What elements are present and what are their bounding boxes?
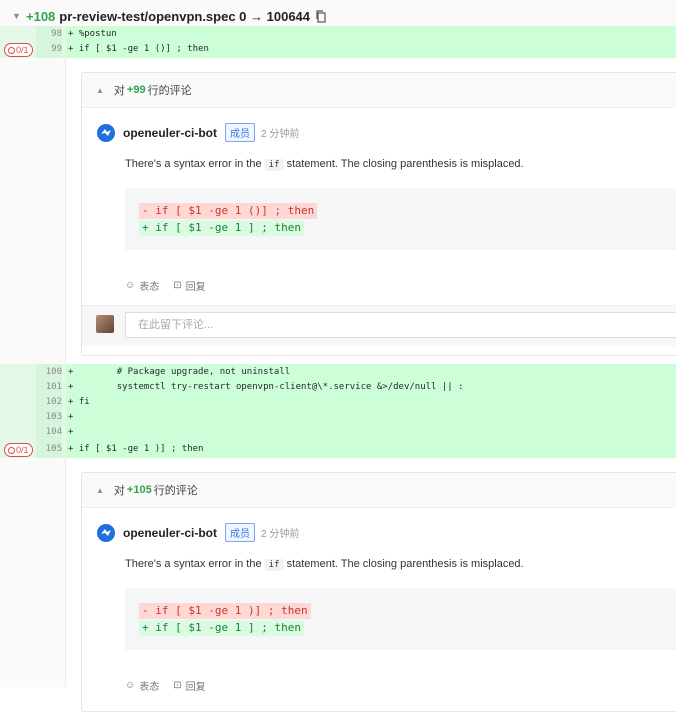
suggestion-block: - if [ $1 -ge 1 ()] ; then + if [ $1 -ge… [125,188,676,250]
author-row: openeuler-ci-bot 成员 2 分钟前 [97,123,299,142]
bot-avatar-icon[interactable] [97,123,115,142]
comment-text: There's a syntax error in the if stateme… [125,558,524,571]
thread-header[interactable]: ▲ 对 +99 行的评论 [82,73,676,108]
author-name[interactable]: openeuler-ci-bot [123,126,217,140]
member-badge: 成员 [225,123,256,142]
comment-count-badge[interactable]: 0/1 [4,43,33,57]
suggestion-insertion: + if [ $1 -ge 1 ] ; then [139,220,304,236]
line-number: 105 [36,441,62,458]
reply-icon: ⊡ [173,680,182,691]
comment-input[interactable]: 在此留下评论... [125,312,676,338]
comment-count-badge[interactable]: 0/1 [4,443,33,457]
file-path: pr-review-test/openvpn.spec 0 → 100644 [59,8,311,24]
suggestion-deletion: - if [ $1 -ge 1 ()] ; then [139,203,318,219]
timestamp: 2 分钟前 [261,129,300,140]
collapse-icon[interactable]: ▲ [96,86,104,95]
author-row: openeuler-ci-bot 成员 2 分钟前 [97,523,299,542]
thread-header[interactable]: ▲ 对 +105 行的评论 [82,473,676,508]
diff-line[interactable]: 104 + [0,424,676,441]
diff-line[interactable]: 0/1 99 + if [ $1 -ge 1 ()] ; then [0,41,676,58]
reply-button[interactable]: ⊡ 回复 [173,678,205,693]
line-code: + [68,427,74,437]
react-button[interactable]: ☺ 表态 [125,278,159,293]
line-reference[interactable]: +99 [127,84,146,96]
line-code: + if [ $1 -ge 1 ()] ; then [68,44,209,54]
comment-area: ▲ 对 +105 行的评论 openeuler-ci-bot 成员 2 分钟前 … [66,458,676,712]
comment-area: ▲ 对 +99 行的评论 openeuler-ci-bot 成员 2 分钟前 T… [66,58,676,356]
line-number: 104 [36,424,62,441]
suggestion-block: - if [ $1 -ge 1 )] ; then + if [ $1 -ge … [125,588,676,650]
unresolved-icon [8,46,15,54]
smile-icon: ☺ [125,680,136,691]
comment-thread: ▲ 对 +99 行的评论 openeuler-ci-bot 成员 2 分钟前 T… [81,72,676,356]
line-reference[interactable]: +105 [127,484,152,496]
bot-avatar-icon[interactable] [97,523,115,542]
added-count: +108 [26,8,56,24]
reply-icon: ⊡ [173,280,182,291]
comment-text: There's a syntax error in the if stateme… [125,158,524,171]
author-name[interactable]: openeuler-ci-bot [123,526,217,540]
line-code: + if [ $1 -ge 1 )] ; then [68,444,204,454]
timestamp: 2 分钟前 [261,529,300,540]
comment-thread: ▲ 对 +105 行的评论 openeuler-ci-bot 成员 2 分钟前 … [81,472,676,712]
comment-actions: ☺ 表态 ⊡ 回复 [125,678,206,693]
unresolved-icon [8,446,15,454]
member-badge: 成员 [225,523,256,542]
smile-icon: ☺ [125,280,136,291]
react-button[interactable]: ☺ 表态 [125,678,159,693]
suggestion-insertion: + if [ $1 -ge 1 ] ; then [139,620,304,636]
diff-line[interactable]: 0/1 105 + if [ $1 -ge 1 )] ; then [0,441,676,458]
reply-button[interactable]: ⊡ 回复 [173,278,205,293]
reply-row: 在此留下评论... [82,305,676,346]
suggestion-deletion: - if [ $1 -ge 1 )] ; then [139,603,311,619]
comment-actions: ☺ 表态 ⊡ 回复 [125,278,206,293]
copy-icon[interactable] [315,9,327,23]
collapse-caret-icon[interactable]: ▼ [12,11,26,21]
line-number: 99 [36,41,62,58]
collapse-icon[interactable]: ▲ [96,486,104,495]
user-avatar[interactable] [96,315,114,333]
line-gutter [0,33,66,687]
